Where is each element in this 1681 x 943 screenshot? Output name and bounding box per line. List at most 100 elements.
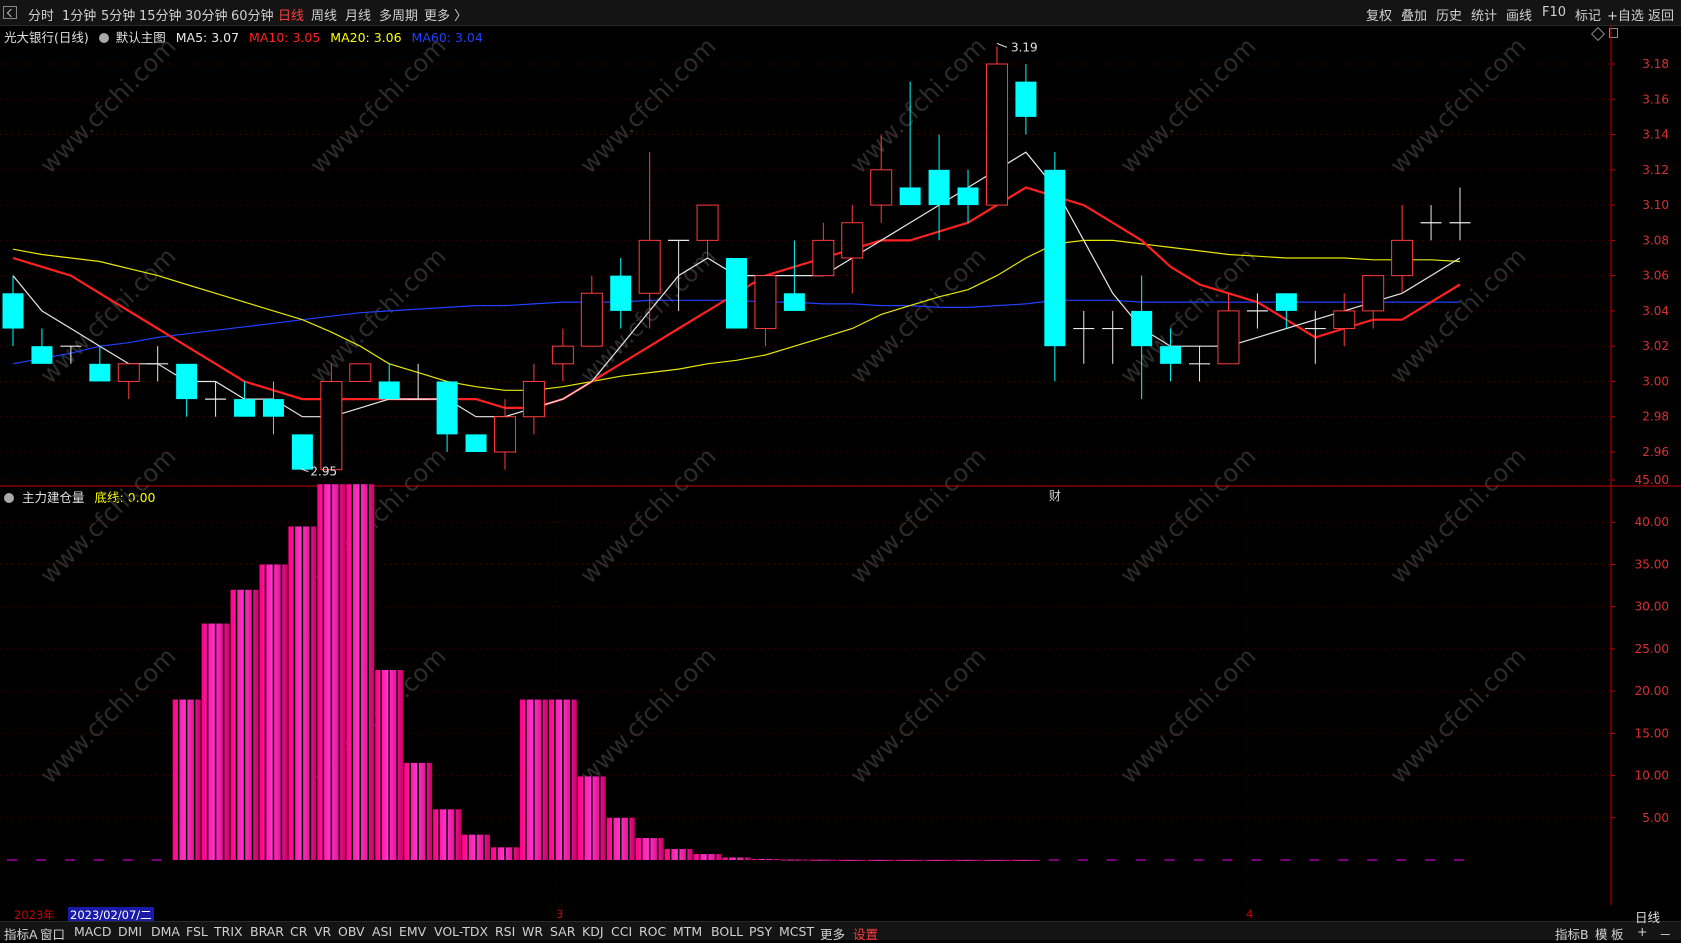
zoom-in-button[interactable]: + [1637,924,1647,939]
collapse-icon[interactable] [3,6,17,19]
draw-line-button[interactable]: 画线 [1506,5,1532,24]
tab-cci[interactable]: CCI [611,924,632,939]
tab-sar[interactable]: SAR [550,924,575,939]
candle-body [783,293,805,311]
top-toolbar: 分时 1分钟 5分钟 15分钟 30分钟 60分钟 日线 周线 月线 多周期 更… [0,0,1681,26]
candle [1246,293,1268,329]
candle [841,205,864,294]
indicator-bar [954,859,983,861]
tab-fsl[interactable]: FSL [186,924,208,939]
candle [754,275,777,347]
watermark-text: www.cfchi.com [844,32,991,179]
tab-dmi[interactable]: DMI [118,924,142,939]
candle [928,134,950,241]
candle [1102,310,1124,364]
indicator-bar [751,858,780,860]
candle-body [696,204,719,241]
candle-body [899,187,921,206]
tab-obv[interactable]: OBV [338,924,365,939]
overlay-button[interactable]: 叠加 [1401,5,1427,24]
kline-chart[interactable]: www.cfchi.com www.cfchi.com www.cfchi.com w… [0,25,1681,905]
tab-mtm[interactable]: MTM [673,924,702,939]
candle-body [754,275,777,330]
tab-more[interactable]: 更多 [820,924,845,943]
tab-settings[interactable]: 设置 [853,924,878,943]
indicator-tick-label: 25.00 [1635,642,1669,656]
period-tab-more[interactable]: 更多 〉 [424,5,467,24]
indicator-bar [664,849,693,860]
indicator-bar [230,589,259,860]
period-tab-weekly[interactable]: 周线 [311,5,337,24]
candle [147,346,169,382]
watermark-text: www.cfchi.com [34,442,181,589]
price-tick-label: 3.02 [1642,339,1669,353]
candle [176,363,198,417]
tab-cr[interactable]: CR [290,924,307,939]
watermark-text: www.cfchi.com [574,32,721,179]
statistics-button[interactable]: 统计 [1471,5,1497,24]
period-tab-multi[interactable]: 多周期 [379,5,418,24]
tab-psy[interactable]: PSY [749,924,772,939]
candle-body [89,363,111,382]
period-tab-30min[interactable]: 30分钟 [185,5,228,24]
tab-roc[interactable]: ROC [639,924,666,939]
price-tick-label: 3.10 [1642,198,1669,212]
candle-body [580,292,603,347]
f10-button[interactable]: F10 [1542,5,1566,20]
candle-body [522,380,545,418]
tab-vol-tdx[interactable]: VOL-TDX [434,924,488,939]
tab-dma[interactable]: DMA [151,924,180,939]
tab-vr[interactable]: VR [314,924,331,939]
period-tab-fenshi[interactable]: 分时 [28,5,54,24]
watermark-text: www.cfchi.com [1384,642,1531,789]
candle-body [465,434,487,452]
period-tab-60min[interactable]: 60分钟 [231,5,274,24]
tab-asi[interactable]: ASI [372,924,392,939]
candle-body [1131,310,1153,347]
indicator-tick-label: 15.00 [1635,726,1669,740]
back-button[interactable]: 返回 [1648,5,1674,24]
tab-indicator-a[interactable]: 指标A [4,924,38,943]
candle [726,258,747,329]
restore-rights-button[interactable]: 复权 [1366,5,1392,24]
candle [349,363,372,382]
watermark-text: www.cfchi.com [574,642,721,789]
candle-body [1362,275,1385,312]
history-button[interactable]: 历史 [1436,5,1462,24]
period-tab-daily[interactable]: 日线 [278,5,304,24]
template-button-1[interactable]: 模 [1595,924,1608,943]
candle-body [726,258,747,329]
indicator-tick-label: 5.00 [1642,811,1669,825]
period-tab-15min[interactable]: 15分钟 [139,5,182,24]
indicator-bar [896,859,925,861]
tab-indicator-b[interactable]: 指标B [1555,924,1589,943]
tab-emv[interactable]: EMV [399,924,426,939]
indicator-bar [925,859,954,861]
tab-trix[interactable]: TRIX [214,924,243,939]
watermark-text: www.cfchi.com [304,242,451,389]
watermark-text: www.cfchi.com [34,642,181,789]
mark-button[interactable]: 标记 [1575,5,1601,24]
tab-boll[interactable]: BOLL [711,924,743,939]
watermark-text: www.cfchi.com [1114,442,1261,589]
tab-kdj[interactable]: KDJ [582,924,604,939]
period-tab-5min[interactable]: 5分钟 [101,5,135,24]
period-tab-monthly[interactable]: 月线 [345,5,371,24]
tab-window[interactable]: 窗口 [40,924,65,943]
time-axis: 2023年 2023/02/07/二 3 4 [0,907,1681,923]
tab-wr[interactable]: WR [522,924,543,939]
tab-macd[interactable]: MACD [74,924,111,939]
candle-body [1391,239,1414,277]
tab-brar[interactable]: BRAR [250,924,284,939]
tab-rsi[interactable]: RSI [495,924,515,939]
tab-mcst[interactable]: MCST [779,924,814,939]
template-button-2[interactable]: 板 [1611,924,1624,943]
zoom-out-button[interactable]: － [1659,924,1672,943]
candle-body [841,222,864,259]
indicator-bar [375,670,404,860]
add-watchlist-button[interactable]: +自选 [1607,5,1644,24]
watermark-text: www.cfchi.com [34,32,181,179]
candle [580,275,603,347]
period-tab-1min[interactable]: 1分钟 [62,5,96,24]
indicator-tick-label: 45.00 [1635,473,1669,487]
